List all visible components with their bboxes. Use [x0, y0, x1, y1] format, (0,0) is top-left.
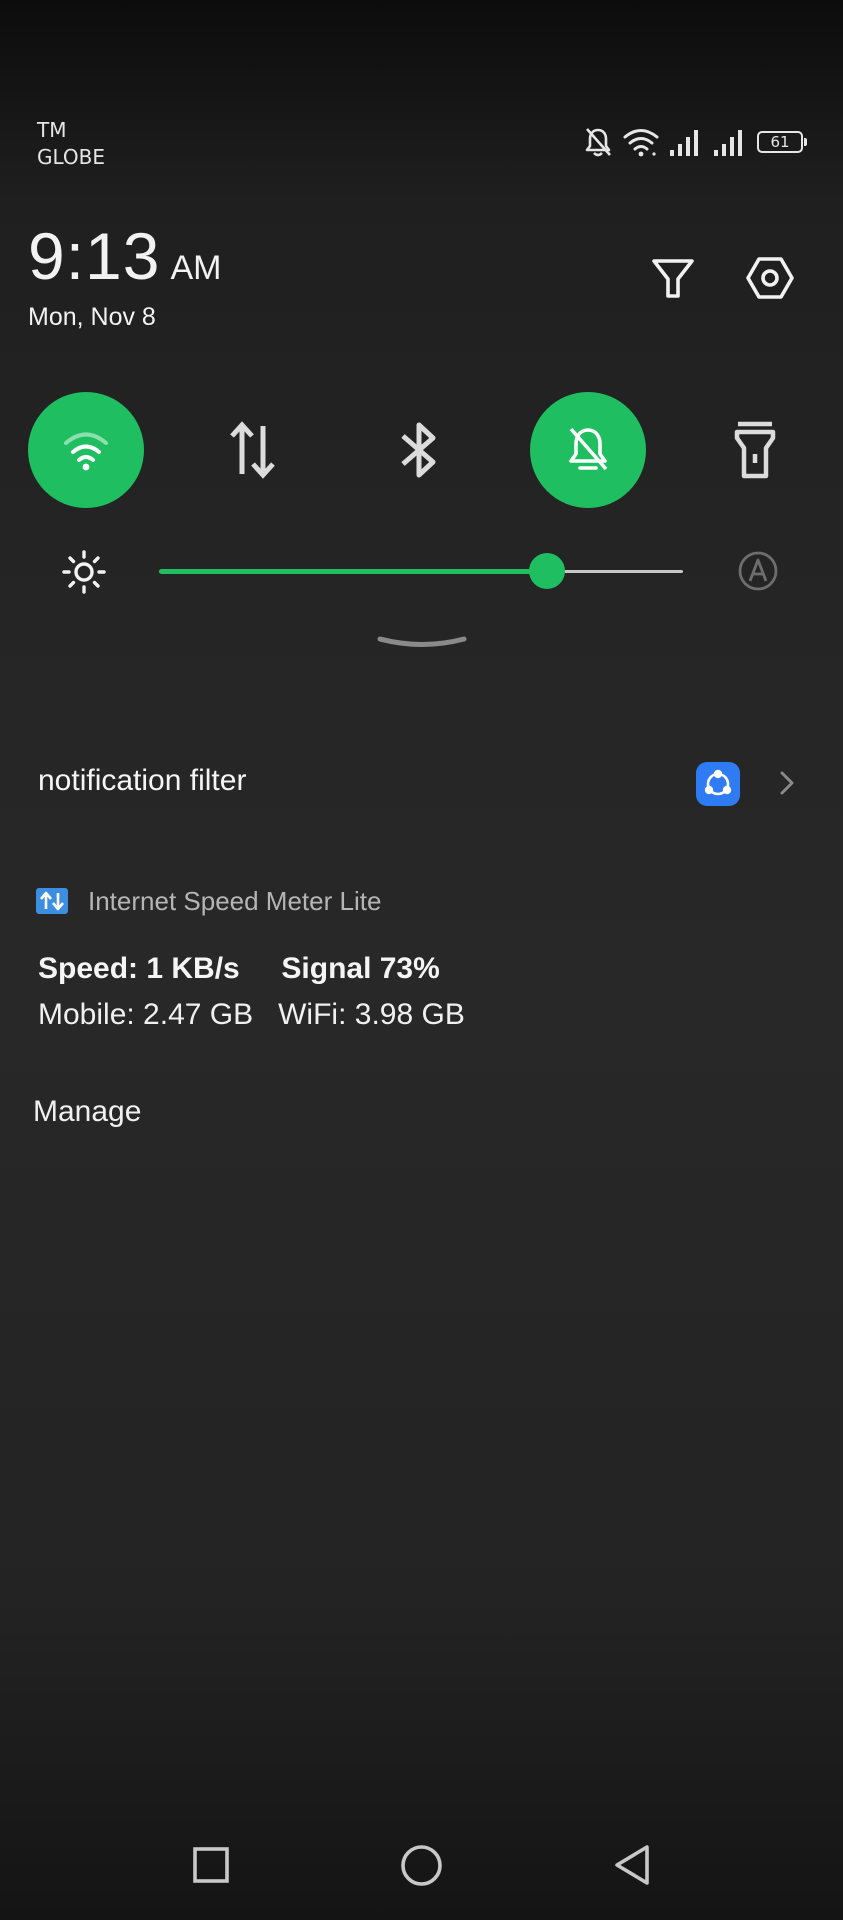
bell-off-icon [569, 427, 608, 471]
clock[interactable]: 9:13 AM [28, 218, 221, 294]
wifi-icon [64, 432, 108, 471]
recents-icon[interactable] [191, 1845, 231, 1885]
tile-wifi[interactable] [28, 392, 144, 508]
shareit-icon [696, 762, 740, 806]
brightness-slider[interactable] [159, 553, 683, 589]
data-usage-text: Mobile: 2.47 GB WiFi: 3.98 GB [38, 998, 465, 1031]
flashlight-icon [734, 421, 776, 479]
speed-meter-notification[interactable]: Internet Speed Meter Lite Speed: 1 KB/s … [0, 880, 843, 1050]
battery-level: 61 [770, 133, 790, 151]
expand-handle-icon[interactable] [376, 634, 468, 654]
clock-time: 9:13 [28, 219, 161, 293]
bluetooth-icon [401, 422, 436, 478]
signal-icon [670, 130, 698, 156]
speed-meter-app-name: Internet Speed Meter Lite [88, 886, 382, 916]
wifi-icon [623, 129, 659, 157]
brightness-thumb[interactable] [528, 553, 565, 589]
tile-bluetooth[interactable] [362, 392, 478, 508]
speed-meter-app-icon [36, 888, 68, 914]
notification-shade: TM GLOBE 61 9:13 AM Mon, Nov 8 notificat… [0, 0, 843, 1920]
notification-filter-row[interactable]: notification filter [0, 750, 843, 816]
tile-flashlight[interactable] [697, 392, 813, 508]
brightness-fill [159, 569, 547, 574]
notification-filter-label: notification filter [38, 764, 247, 797]
battery-icon: 61 [757, 131, 807, 153]
speed-signal-text: Speed: 1 KB/s Signal 73% [38, 952, 440, 985]
clock-ampm: AM [170, 249, 222, 287]
tile-mobile-data[interactable] [195, 392, 311, 508]
chevron-right-icon [780, 771, 794, 795]
brightness-icon [62, 550, 106, 594]
tile-do-not-disturb[interactable] [530, 392, 646, 508]
manage-button[interactable]: Manage [33, 1095, 141, 1129]
filter-icon[interactable] [647, 252, 699, 304]
bell-off-icon [585, 128, 611, 157]
date-label[interactable]: Mon, Nov 8 [28, 303, 156, 332]
status-icons: 61 [583, 124, 807, 160]
auto-brightness-icon[interactable] [736, 549, 780, 593]
carrier-name: TM GLOBE [37, 117, 105, 171]
home-icon[interactable] [399, 1843, 444, 1888]
carrier-line-1: TM [37, 118, 67, 142]
data-arrows-icon [230, 421, 275, 479]
signal-icon [714, 130, 742, 156]
carrier-line-2: GLOBE [37, 145, 106, 169]
back-icon[interactable] [610, 1842, 654, 1888]
settings-hex-icon[interactable] [744, 252, 796, 304]
